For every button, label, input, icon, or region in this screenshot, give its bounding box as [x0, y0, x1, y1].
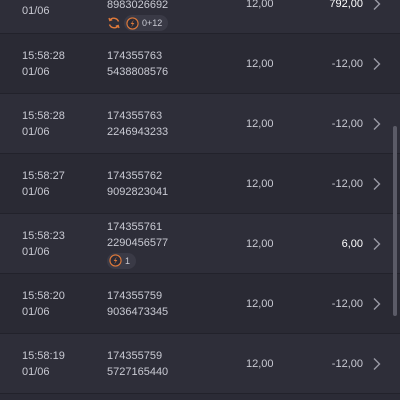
- row-result: 6,00: [341, 237, 363, 250]
- history-row[interactable]: 15:58:23 01/06 174355761 2290456577 1 12…: [0, 214, 400, 274]
- row-stake: 12,00: [246, 297, 274, 310]
- chevron-right-icon: [373, 237, 381, 250]
- chevron-right-icon: [373, 297, 381, 310]
- bet-history-list: 01/06 8983026692 0+12 12,00 792,00 15:58…: [0, 0, 400, 394]
- row-id-line1: 174355763: [107, 109, 163, 122]
- chevron-right-icon: [373, 117, 381, 130]
- row-stake: 12,00: [246, 0, 274, 10]
- history-row[interactable]: 15:58:20 01/06 174355759 9036473345 12,0…: [0, 274, 400, 334]
- row-id-line2: 9036473345: [107, 305, 169, 318]
- row-id-line2: 9092823041: [107, 185, 169, 198]
- row-stake: 12,00: [246, 117, 274, 130]
- row-time-value: 15:58:28: [22, 49, 65, 62]
- row-time-value: 15:58:27: [22, 169, 65, 182]
- row-date-value: 01/06: [22, 365, 50, 378]
- row-id-line1: 174355761: [107, 220, 163, 233]
- row-result: -12,00: [331, 117, 363, 130]
- chevron-right-icon: [373, 57, 381, 70]
- scrollbar[interactable]: [393, 0, 397, 400]
- row-id-line1: 174355763: [107, 49, 163, 62]
- row-id: 8983026692 0+12: [107, 0, 169, 31]
- row-result: -12,00: [331, 57, 363, 70]
- history-row[interactable]: 15:58:19 01/06 174355759 5727165440 12,0…: [0, 334, 400, 394]
- row-date-value: 01/06: [22, 65, 50, 78]
- row-id-line1: 174355762: [107, 169, 163, 182]
- row-result: -12,00: [331, 297, 363, 310]
- lightning-icon: [108, 254, 122, 268]
- row-time: 15:58:28 01/06: [22, 48, 65, 80]
- row-id-line2: 2290456577: [107, 236, 169, 249]
- row-result: 792,00: [329, 0, 363, 10]
- refresh-icon: [107, 16, 121, 30]
- badge-count: 0+12: [142, 18, 163, 28]
- row-time: 15:58:28 01/06: [22, 108, 65, 140]
- row-time: 15:58:19 01/06: [22, 348, 65, 380]
- row-id-line1: 174355759: [107, 349, 163, 362]
- badge-pill: 0+12: [124, 15, 169, 31]
- row-id-line2: 8983026692: [107, 0, 169, 11]
- badge-pill: 1: [107, 252, 137, 269]
- row-badges: 1: [107, 252, 168, 269]
- row-stake: 12,00: [246, 237, 274, 250]
- row-time: 15:58:20 01/06: [22, 288, 65, 320]
- row-id: 174355763 2246943233: [107, 108, 168, 140]
- row-id-line2: 5438808576: [107, 65, 169, 78]
- row-badges: 0+12: [107, 15, 169, 31]
- lightning-icon: [125, 16, 139, 30]
- row-stake: 12,00: [246, 357, 274, 370]
- row-time-value: 15:58:28: [22, 109, 65, 122]
- row-id-line2: 2246943233: [107, 125, 169, 138]
- row-time: 15:58:27 01/06: [22, 168, 65, 200]
- row-stake: 12,00: [246, 177, 274, 190]
- row-date-value: 01/06: [22, 305, 50, 318]
- row-date-value: 01/06: [22, 185, 50, 198]
- row-time-value: 15:58:20: [22, 289, 65, 302]
- row-result: -12,00: [331, 357, 363, 370]
- row-date-value: 01/06: [22, 5, 50, 17]
- scrollbar-thumb[interactable]: [393, 126, 397, 316]
- row-result: -12,00: [331, 177, 363, 190]
- row-id: 174355761 2290456577 1: [107, 219, 168, 269]
- history-row[interactable]: 15:58:28 01/06 174355763 5438808576 12,0…: [0, 34, 400, 94]
- row-id: 174355759 9036473345: [107, 288, 168, 320]
- row-id: 174355762 9092823041: [107, 168, 168, 200]
- row-id-line1: 174355759: [107, 289, 163, 302]
- row-date-value: 01/06: [22, 125, 50, 138]
- row-time: 15:58:23 01/06: [22, 228, 65, 260]
- row-id: 174355759 5727165440: [107, 348, 168, 380]
- history-row[interactable]: 15:58:27 01/06 174355762 9092823041 12,0…: [0, 154, 400, 214]
- chevron-right-icon: [373, 357, 381, 370]
- row-time: 01/06: [22, 3, 50, 19]
- row-stake: 12,00: [246, 57, 274, 70]
- row-time-value: 15:58:23: [22, 229, 65, 242]
- history-row[interactable]: 01/06 8983026692 0+12 12,00 792,00: [0, 0, 400, 34]
- row-time-value: 15:58:19: [22, 349, 65, 362]
- chevron-right-icon: [373, 177, 381, 190]
- history-row[interactable]: 15:58:28 01/06 174355763 2246943233 12,0…: [0, 94, 400, 154]
- row-id: 174355763 5438808576: [107, 48, 168, 80]
- row-id-line2: 5727165440: [107, 365, 169, 378]
- badge-count: 1: [125, 255, 131, 266]
- row-date-value: 01/06: [22, 245, 50, 258]
- chevron-right-icon: [373, 0, 381, 10]
